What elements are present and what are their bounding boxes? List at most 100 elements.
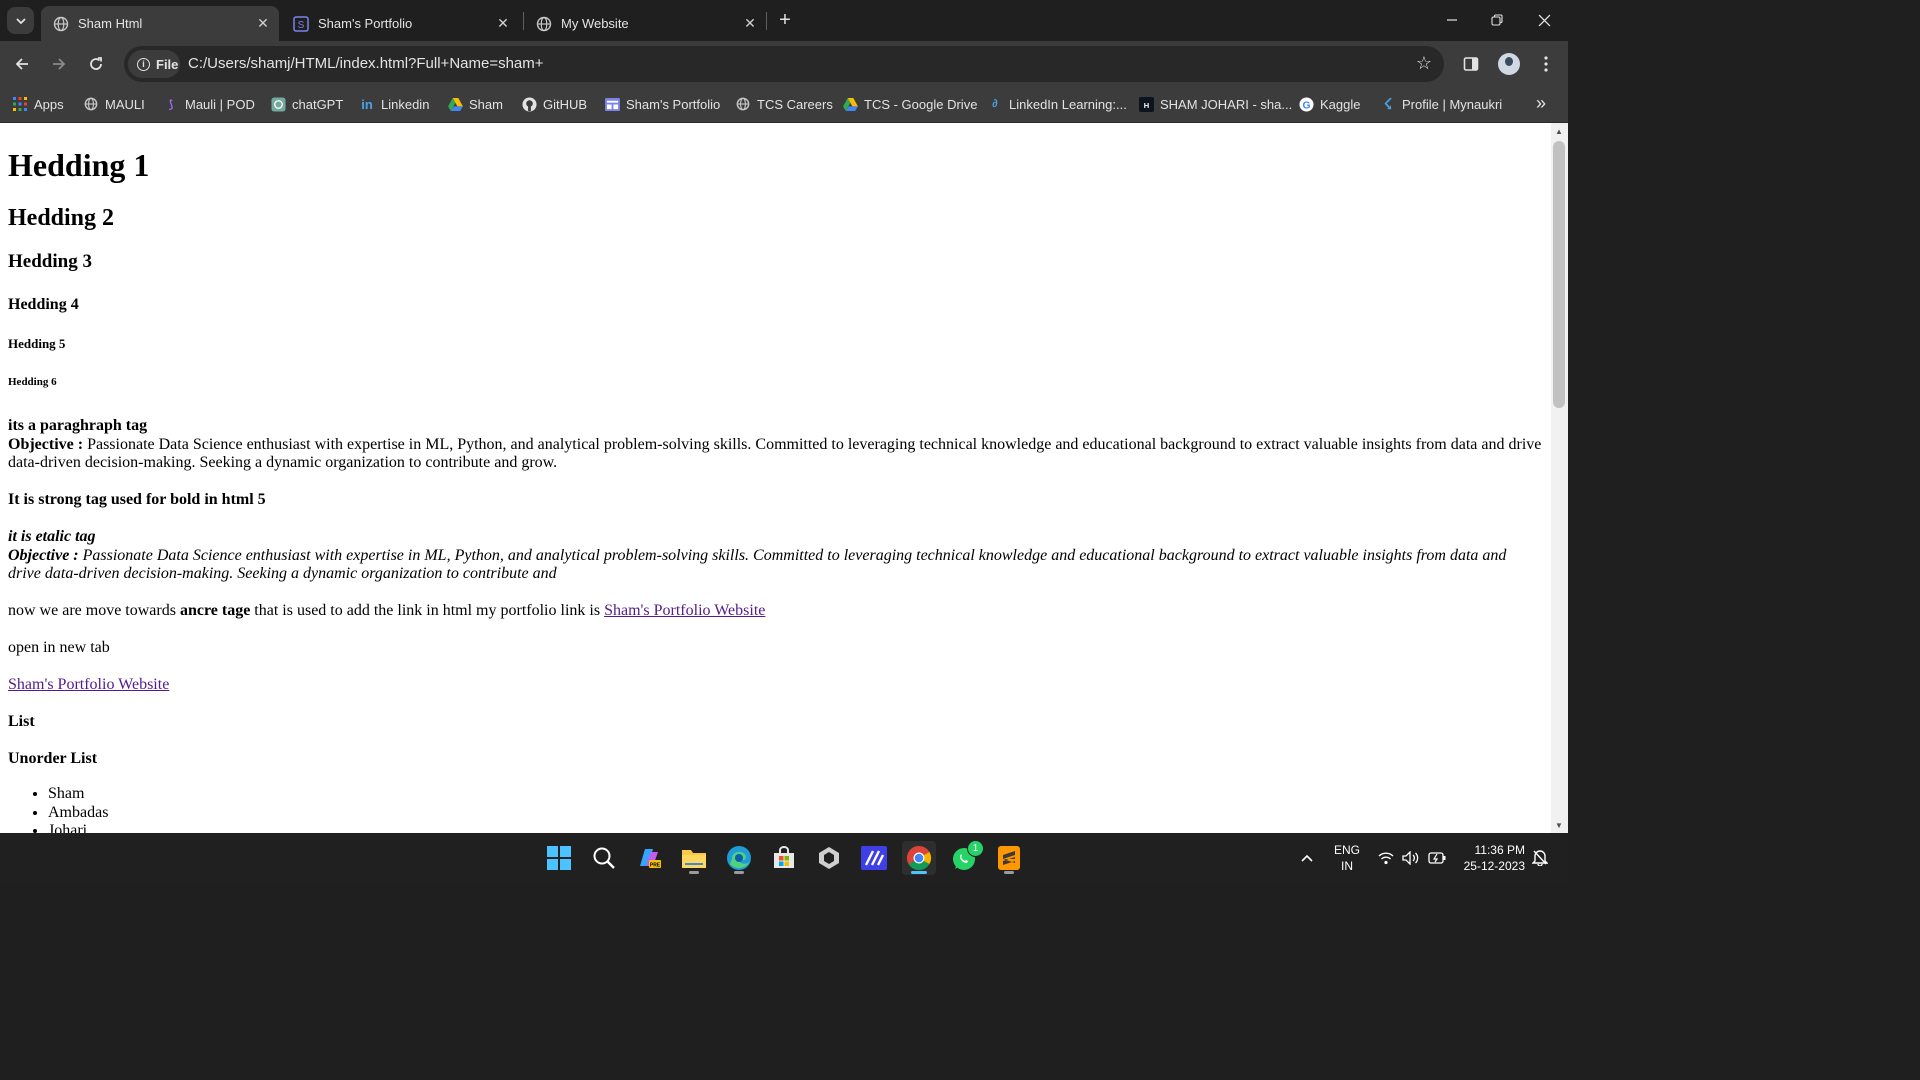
tab-sham-html[interactable]: Sham Html ✕	[41, 6, 279, 41]
italic-paragraph: it is etalic tag Objective : Passionate …	[8, 528, 1543, 584]
portfolio-link-new-tab[interactable]: Sham's Portfolio Website	[8, 676, 169, 693]
scheme-label: File	[156, 56, 179, 72]
quick-settings[interactable]	[1378, 833, 1446, 882]
close-tab-icon[interactable]: ✕	[255, 15, 271, 31]
restore-icon	[1491, 14, 1503, 26]
bookmark-kaggle[interactable]: G Kaggle	[1298, 95, 1360, 113]
forward-arrow-icon	[53, 58, 66, 70]
browser-toolbar: i File C:/Users/shamj/HTML/index.html?Fu…	[0, 41, 1568, 87]
menu-button[interactable]	[1532, 50, 1560, 78]
chrome-icon	[906, 846, 932, 871]
taskbar-visual-studio[interactable]	[857, 841, 891, 875]
back-arrow-icon	[15, 58, 28, 70]
portfolio-link[interactable]: Sham's Portfolio Website	[604, 602, 765, 619]
tab-shams-portfolio[interactable]: S Sham's Portfolio ✕	[281, 6, 519, 41]
file-explorer-icon	[682, 850, 706, 868]
tab-strip: Sham Html ✕ S Sham's Portfolio ✕ My Webs…	[0, 0, 1568, 41]
bookmark-hackerrank[interactable]: H SHAM JOHARI - sha...	[1138, 95, 1292, 113]
taskbar-chrome[interactable]	[902, 841, 936, 875]
bookmark-sham[interactable]: Sham	[447, 95, 503, 113]
tray-overflow-button[interactable]	[1300, 833, 1314, 882]
notifications-button[interactable]	[1532, 833, 1548, 882]
tab-title: Sham Html	[78, 16, 143, 31]
globe-icon	[83, 96, 99, 112]
taskbar-file-explorer[interactable]	[677, 841, 711, 875]
google-drive-icon	[447, 96, 463, 112]
bookmark-label: Linkedin	[381, 96, 430, 112]
unorder-list-heading: Unorder List	[8, 750, 98, 767]
address-bar[interactable]: i File C:/Users/shamj/HTML/index.html?Fu…	[124, 46, 1444, 82]
scroll-up-arrow-icon[interactable]: ▲	[1555, 127, 1563, 136]
url-text[interactable]: C:/Users/shamj/HTML/index.html?Full+Name…	[188, 55, 544, 72]
bookmark-linkedin-learning[interactable]: ∂ LinkedIn Learning:...	[987, 95, 1127, 113]
scroll-down-arrow-icon[interactable]: ▼	[1555, 821, 1563, 830]
language-indicator[interactable]: ENG IN	[1334, 833, 1360, 882]
svg-text:PRE: PRE	[650, 863, 661, 869]
objective-text-italic: Passionate Data Science enthusiast with …	[8, 546, 1507, 583]
microsoft-store-icon	[774, 846, 794, 868]
taskbar-edge[interactable]	[722, 841, 756, 875]
clock-date: 25-12-2023	[1463, 858, 1525, 873]
close-tab-icon[interactable]: ✕	[742, 15, 758, 31]
bookmark-apps[interactable]: Apps	[12, 95, 64, 113]
globe-icon	[53, 16, 69, 32]
bookmark-star-icon[interactable]: ☆	[1416, 53, 1432, 74]
bookmark-mynaukri[interactable]: ☇ Profile | Mynaukri	[1380, 95, 1502, 113]
running-indicator	[1004, 871, 1014, 874]
notification-badge: 1	[967, 840, 984, 857]
search-icon	[593, 847, 615, 869]
clock[interactable]: 11:36 PM 25-12-2023	[1457, 833, 1525, 882]
minimize-button[interactable]	[1429, 0, 1475, 40]
page-scrollbar[interactable]: ▲ ▼	[1551, 123, 1568, 833]
bookmark-chatgpt[interactable]: chatGPT	[270, 95, 343, 113]
start-button[interactable]	[542, 841, 576, 875]
more-bookmarks-icon[interactable]: »	[1536, 93, 1546, 114]
bookmark-mauli-pod[interactable]: ⟆ Mauli | POD	[163, 95, 255, 113]
windows-taskbar: PRE 1 ENG IN 11:36 PM 25-12-2023	[0, 833, 1568, 882]
bookmark-github[interactable]: GitHUB	[521, 95, 587, 113]
bookmark-tcs-careers[interactable]: TCS Careers	[735, 95, 833, 113]
globe-icon	[735, 96, 751, 112]
reload-button[interactable]	[82, 50, 110, 78]
close-window-button[interactable]	[1521, 0, 1567, 40]
running-indicator	[734, 871, 744, 874]
apps-grid-icon	[12, 96, 28, 112]
forward-button[interactable]	[45, 50, 73, 78]
running-indicator	[911, 871, 927, 874]
profile-button[interactable]	[1495, 50, 1523, 78]
site-info-chip[interactable]: i File	[128, 50, 180, 78]
taskbar-search[interactable]	[587, 841, 621, 875]
new-tab-button[interactable]: +	[774, 8, 796, 32]
close-tab-icon[interactable]: ✕	[495, 15, 511, 31]
taskbar-unity[interactable]	[812, 841, 846, 875]
naukri-icon: ☇	[1383, 96, 1393, 113]
back-button[interactable]	[8, 50, 36, 78]
plus-icon: +	[779, 8, 791, 31]
heading-5: Hedding 5	[8, 336, 66, 351]
copilot-icon: PRE	[640, 849, 661, 869]
portfolio-link-paragraph: Sham's Portfolio Website	[8, 676, 1543, 695]
portfolio-icon	[604, 96, 620, 112]
bookmark-label: Kaggle	[1320, 96, 1361, 112]
scrollbar-thumb[interactable]	[1553, 141, 1565, 408]
bookmark-label: GitHUB	[543, 96, 588, 112]
battery-icon	[1428, 851, 1446, 864]
taskbar-microsoft-store[interactable]	[767, 841, 801, 875]
bookmark-label: MAULI	[105, 96, 145, 112]
bookmark-tcs-google-drive[interactable]: TCS - Google Drive	[842, 95, 977, 113]
tab-my-website[interactable]: My Website ✕	[524, 6, 766, 41]
wifi-icon	[1378, 851, 1394, 864]
tab-search-button[interactable]	[7, 7, 34, 34]
side-panel-button[interactable]	[1457, 50, 1485, 78]
language-code: ENG	[1334, 842, 1361, 857]
bookmark-mauli[interactable]: MAULI	[83, 95, 145, 113]
restore-button[interactable]	[1474, 0, 1520, 40]
edge-icon	[727, 846, 751, 870]
taskbar-whatsapp[interactable]: 1	[947, 840, 984, 875]
bookmark-shams-portfolio[interactable]: Sham's Portfolio	[604, 95, 720, 113]
language-region: IN	[1341, 858, 1353, 873]
taskbar-copilot[interactable]: PRE	[632, 841, 666, 875]
bookmark-linkedin[interactable]: in Linkedin	[359, 95, 429, 113]
taskbar-sublime-text[interactable]	[992, 841, 1026, 875]
side-panel-icon	[1463, 57, 1479, 71]
